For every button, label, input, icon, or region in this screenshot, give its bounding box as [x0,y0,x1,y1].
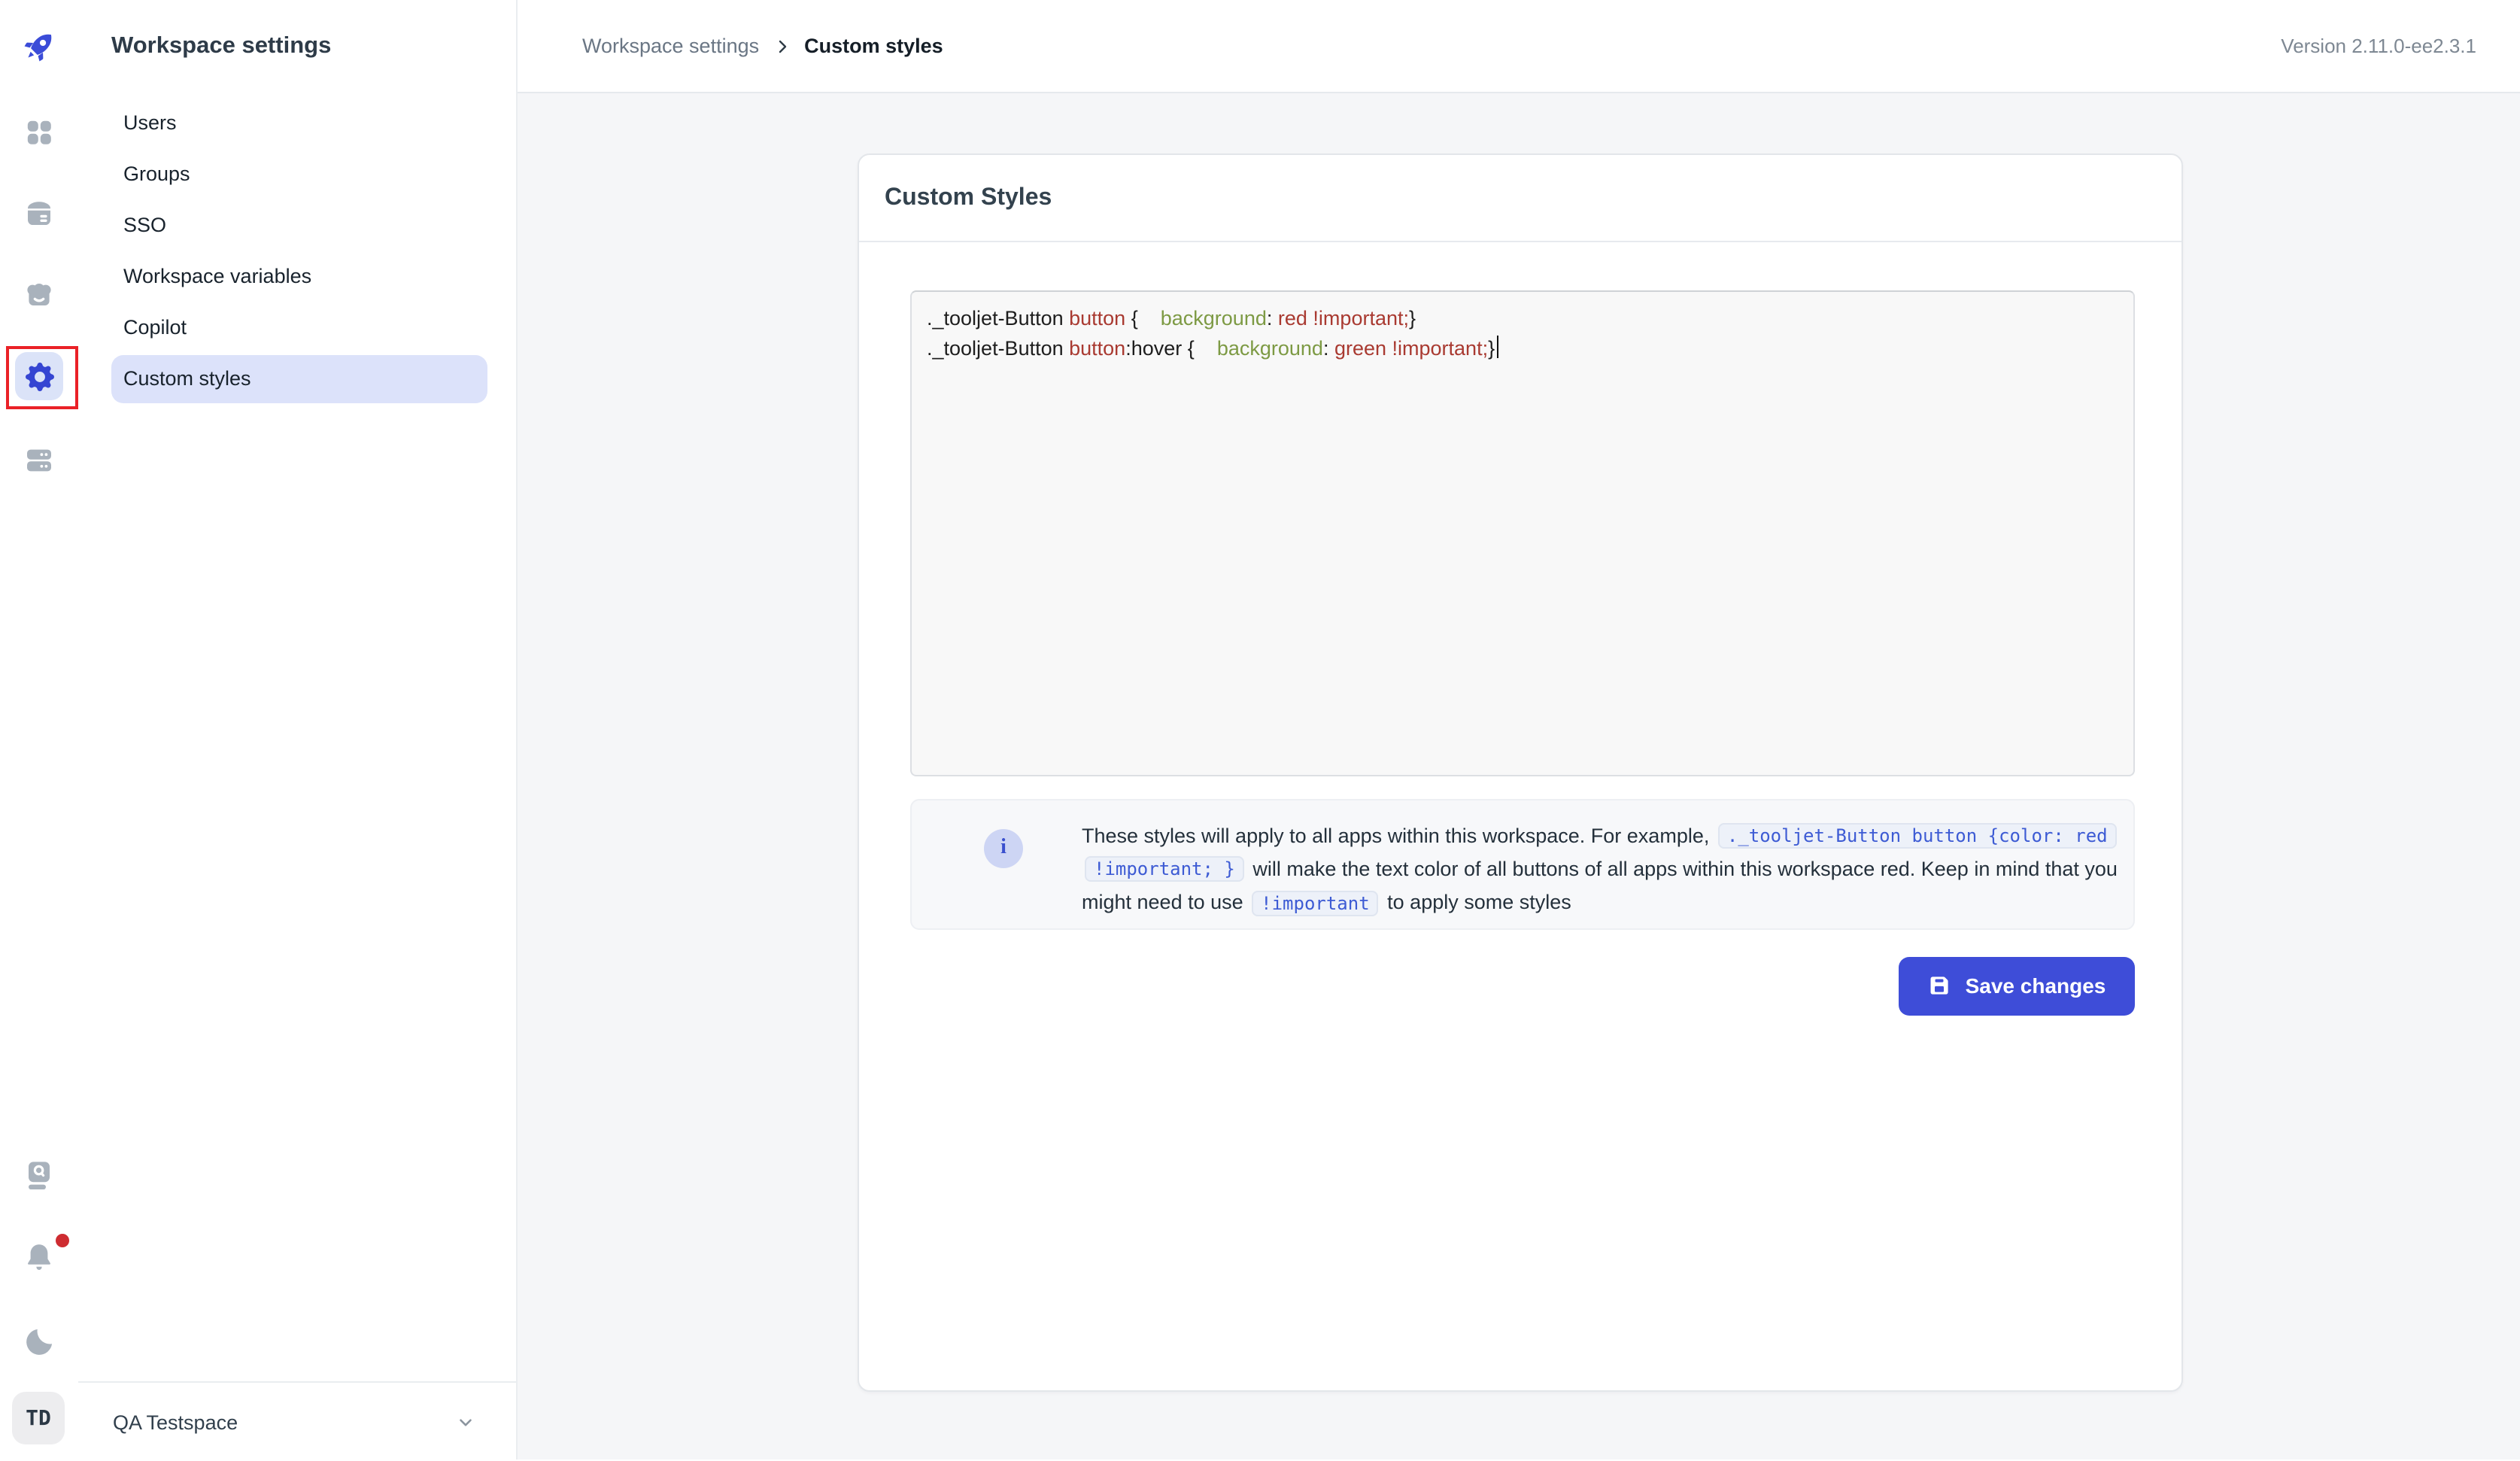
info-banner: i These styles will apply to all apps wi… [910,798,2135,929]
info-banner-text: These styles will apply to all apps with… [1082,819,2120,920]
code-token: } [1409,307,1416,330]
sidebar-item-workspace-variables[interactable]: Workspace variables [111,253,487,301]
code-line: ._tooljet-Button button { background: re… [927,304,2118,334]
dark-mode-moon-icon[interactable] [20,1321,59,1360]
sidebar-item-groups[interactable]: Groups [111,150,487,199]
user-avatar[interactable]: TD [12,1392,65,1444]
code-token: : [1323,337,1334,360]
card-title: Custom Styles [885,184,1052,211]
breadcrumb-current: Custom styles [804,35,943,57]
code-token: { [1182,337,1217,360]
chevron-down-icon [456,1413,475,1440]
sidebar-item-sso[interactable]: SSO [111,202,487,250]
chevron-right-icon [773,37,791,55]
workspace-settings-page: TD Workspace settings UsersGroupsSSOWork… [0,0,2520,1459]
code-token: { [1125,307,1161,330]
code-token: } [1488,337,1495,360]
workspace-settings-active-button[interactable] [15,352,63,400]
text-cursor [1496,336,1498,358]
sidebar-item-copilot[interactable]: Copilot [111,304,487,352]
code-token: button [1069,337,1125,360]
icon-rail: TD [0,0,80,1459]
code-token: button [1069,307,1125,330]
workspace-switcher[interactable]: QA Testspace [78,1381,516,1461]
data-sources-icon[interactable] [20,441,59,480]
version-label: Version 2.11.0-ee2.3.1 [2281,35,2476,57]
code-token: green !important; [1334,337,1488,360]
info-text-segment: These styles will apply to all apps with… [1082,824,1715,846]
custom-styles-card: Custom Styles ._tooljet-Button button { … [858,153,2183,1391]
main-area: Workspace settings Custom styles Version… [518,0,2520,1459]
info-text-segment: to apply some styles [1382,891,1571,914]
sidebar-item-custom-styles[interactable]: Custom styles [111,355,487,403]
sidebar-title: Workspace settings [111,33,331,60]
floppy-disk-icon [1928,974,1952,998]
css-code-editor[interactable]: ._tooljet-Button button { background: re… [910,290,2135,776]
save-changes-button[interactable]: Save changes [1899,957,2135,1015]
card-header: Custom Styles [859,154,2181,241]
save-changes-label: Save changes [1966,974,2106,998]
code-token: :hover [1125,337,1182,360]
inline-code-chip: !important [1252,891,1379,916]
database-icon[interactable] [20,194,59,233]
workspace-name: QA Testspace [113,1411,238,1433]
tooljet-logo-icon[interactable] [20,27,59,66]
code-token: red !important; [1278,307,1409,330]
gear-icon [25,362,53,390]
marketplace-icon[interactable] [20,275,59,314]
notifications-bell-icon[interactable] [20,1238,59,1277]
content-background: Custom Styles ._tooljet-Button button { … [518,93,2520,1459]
breadcrumb-root-link[interactable]: Workspace settings [582,35,759,57]
settings-sidebar: Workspace settings UsersGroupsSSOWorkspa… [78,0,518,1459]
audit-logs-icon[interactable] [20,1156,59,1195]
sidebar-nav: UsersGroupsSSOWorkspace variablesCopilot… [111,99,487,406]
info-icon: i [984,828,1023,867]
sidebar-item-users[interactable]: Users [111,99,487,147]
topbar: Workspace settings Custom styles Version… [518,0,2520,93]
code-token: ._tooljet-Button [927,337,1069,360]
code-token: background [1161,307,1267,330]
code-token: ._tooljet-Button [927,307,1069,330]
notification-badge [56,1234,69,1247]
code-token: background [1217,337,1323,360]
code-line: ._tooljet-Button button:hover { backgrou… [927,334,2118,364]
apps-icon[interactable] [20,113,59,152]
code-token: : [1267,307,1278,330]
